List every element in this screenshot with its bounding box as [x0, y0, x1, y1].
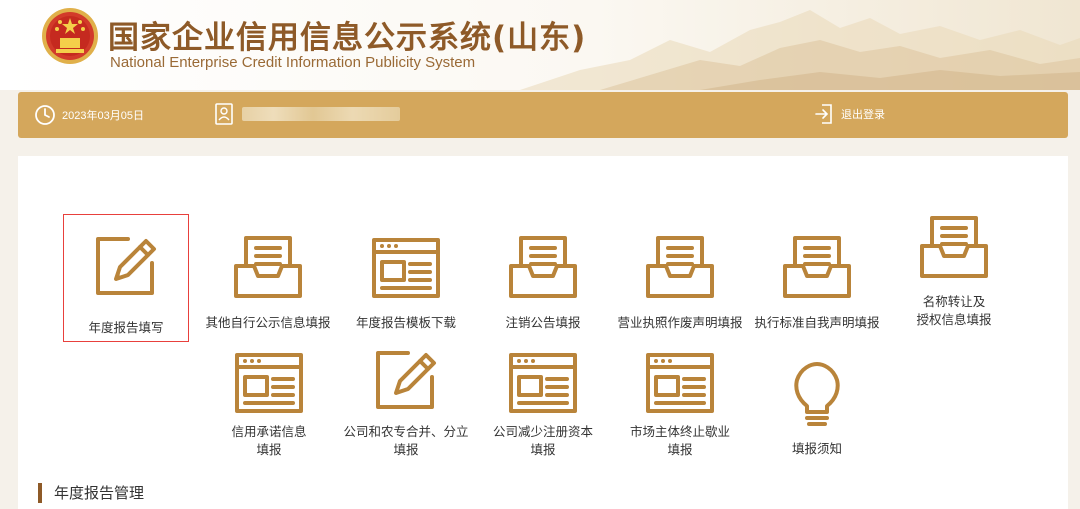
clock-icon	[35, 105, 55, 125]
menu-item-label: 年度报告填写	[88, 320, 164, 335]
menu-item-label-line2: 填报	[667, 442, 693, 457]
menu-item-credit-commitment[interactable]: 信用承诺信息 填报	[199, 345, 339, 465]
menu-item-business-suspension[interactable]: 市场主体终止歇业 填报	[610, 345, 750, 465]
inbox-icon	[783, 236, 851, 298]
menu-item-label: 注销公告填报	[505, 315, 581, 330]
menu-item-label: 市场主体终止歇业	[629, 424, 730, 439]
menu-item-license-void-statement[interactable]: 营业执照作废声明填报	[610, 230, 750, 346]
section-header: 年度报告管理	[38, 482, 144, 503]
menu-item-filing-instructions[interactable]: 填报须知	[747, 360, 887, 464]
menu-item-annual-report-fill[interactable]: 年度报告填写	[63, 214, 189, 342]
menu-item-label: 其他自行公示信息填报	[205, 315, 331, 330]
menu-item-label-line1: 名称转让及	[922, 294, 986, 309]
menu-item-label: 公司和农专合并、分立	[343, 424, 469, 439]
inbox-icon	[509, 236, 577, 298]
menu-item-merger-split[interactable]: 公司和农专合并、分立 填报	[336, 345, 476, 465]
section-title: 年度报告管理	[54, 484, 145, 502]
logout-button[interactable]: 退出登录	[814, 103, 885, 125]
edit-icon	[376, 351, 436, 409]
menu-item-label-line2: 填报	[256, 442, 282, 457]
menu-item-label: 营业执照作废声明填报	[617, 315, 743, 330]
menu-item-label-line2: 填报	[393, 442, 419, 457]
inbox-icon	[234, 236, 302, 298]
menu-item-deregistration-notice[interactable]: 注销公告填报	[473, 230, 613, 346]
inbox-icon	[646, 236, 714, 298]
menu-item-label: 公司减少注册资本	[492, 424, 593, 439]
menu-item-standard-self-declaration[interactable]: 执行标准自我声明填报	[747, 230, 887, 346]
date-text: 2023年03月05日	[62, 110, 144, 122]
menu-item-label-line2: 填报	[530, 442, 556, 457]
top-toolbar: 2023年03月05日 退出登录	[18, 92, 1068, 138]
site-title-english: National Enterprise Credit Information P…	[110, 54, 476, 71]
section-accent-bar	[38, 482, 42, 503]
menu-item-template-download[interactable]: 年度报告模板下载	[336, 230, 476, 346]
menu-item-label: 执行标准自我声明填报	[754, 315, 880, 330]
menu-item-label-line2: 授权信息填报	[916, 312, 992, 327]
edit-icon	[96, 237, 156, 295]
window-icon	[372, 238, 440, 298]
lightbulb-icon	[794, 362, 840, 426]
mountain-landscape-image	[520, 10, 1080, 90]
menu-item-name-transfer[interactable]: 名称转让及 授权信息填报	[884, 210, 1024, 338]
window-icon	[509, 353, 577, 413]
logout-label: 退出登录	[841, 109, 885, 121]
logout-icon	[815, 104, 832, 124]
inbox-icon	[920, 216, 988, 278]
menu-item-label-line1: 信用承诺信息	[231, 424, 307, 439]
window-icon	[646, 353, 714, 413]
window-icon	[235, 353, 303, 413]
menu-item-label: 填报须知	[791, 441, 842, 456]
user-id-card-icon	[215, 103, 233, 125]
site-title-chinese: 国家企业信用信息公示系统(山东)	[108, 20, 587, 56]
national-emblem-icon	[42, 8, 98, 64]
menu-item-capital-reduction[interactable]: 公司减少注册资本 填报	[473, 345, 613, 465]
date-display: 2023年03月05日	[34, 104, 144, 126]
redacted-username	[242, 107, 400, 121]
site-header: 国家企业信用信息公示系统(山东) National Enterprise Cre…	[0, 0, 1080, 90]
menu-item-label: 年度报告模板下载	[355, 315, 456, 330]
user-info	[214, 103, 400, 125]
menu-item-other-self-publicity[interactable]: 其他自行公示信息填报	[198, 230, 338, 346]
